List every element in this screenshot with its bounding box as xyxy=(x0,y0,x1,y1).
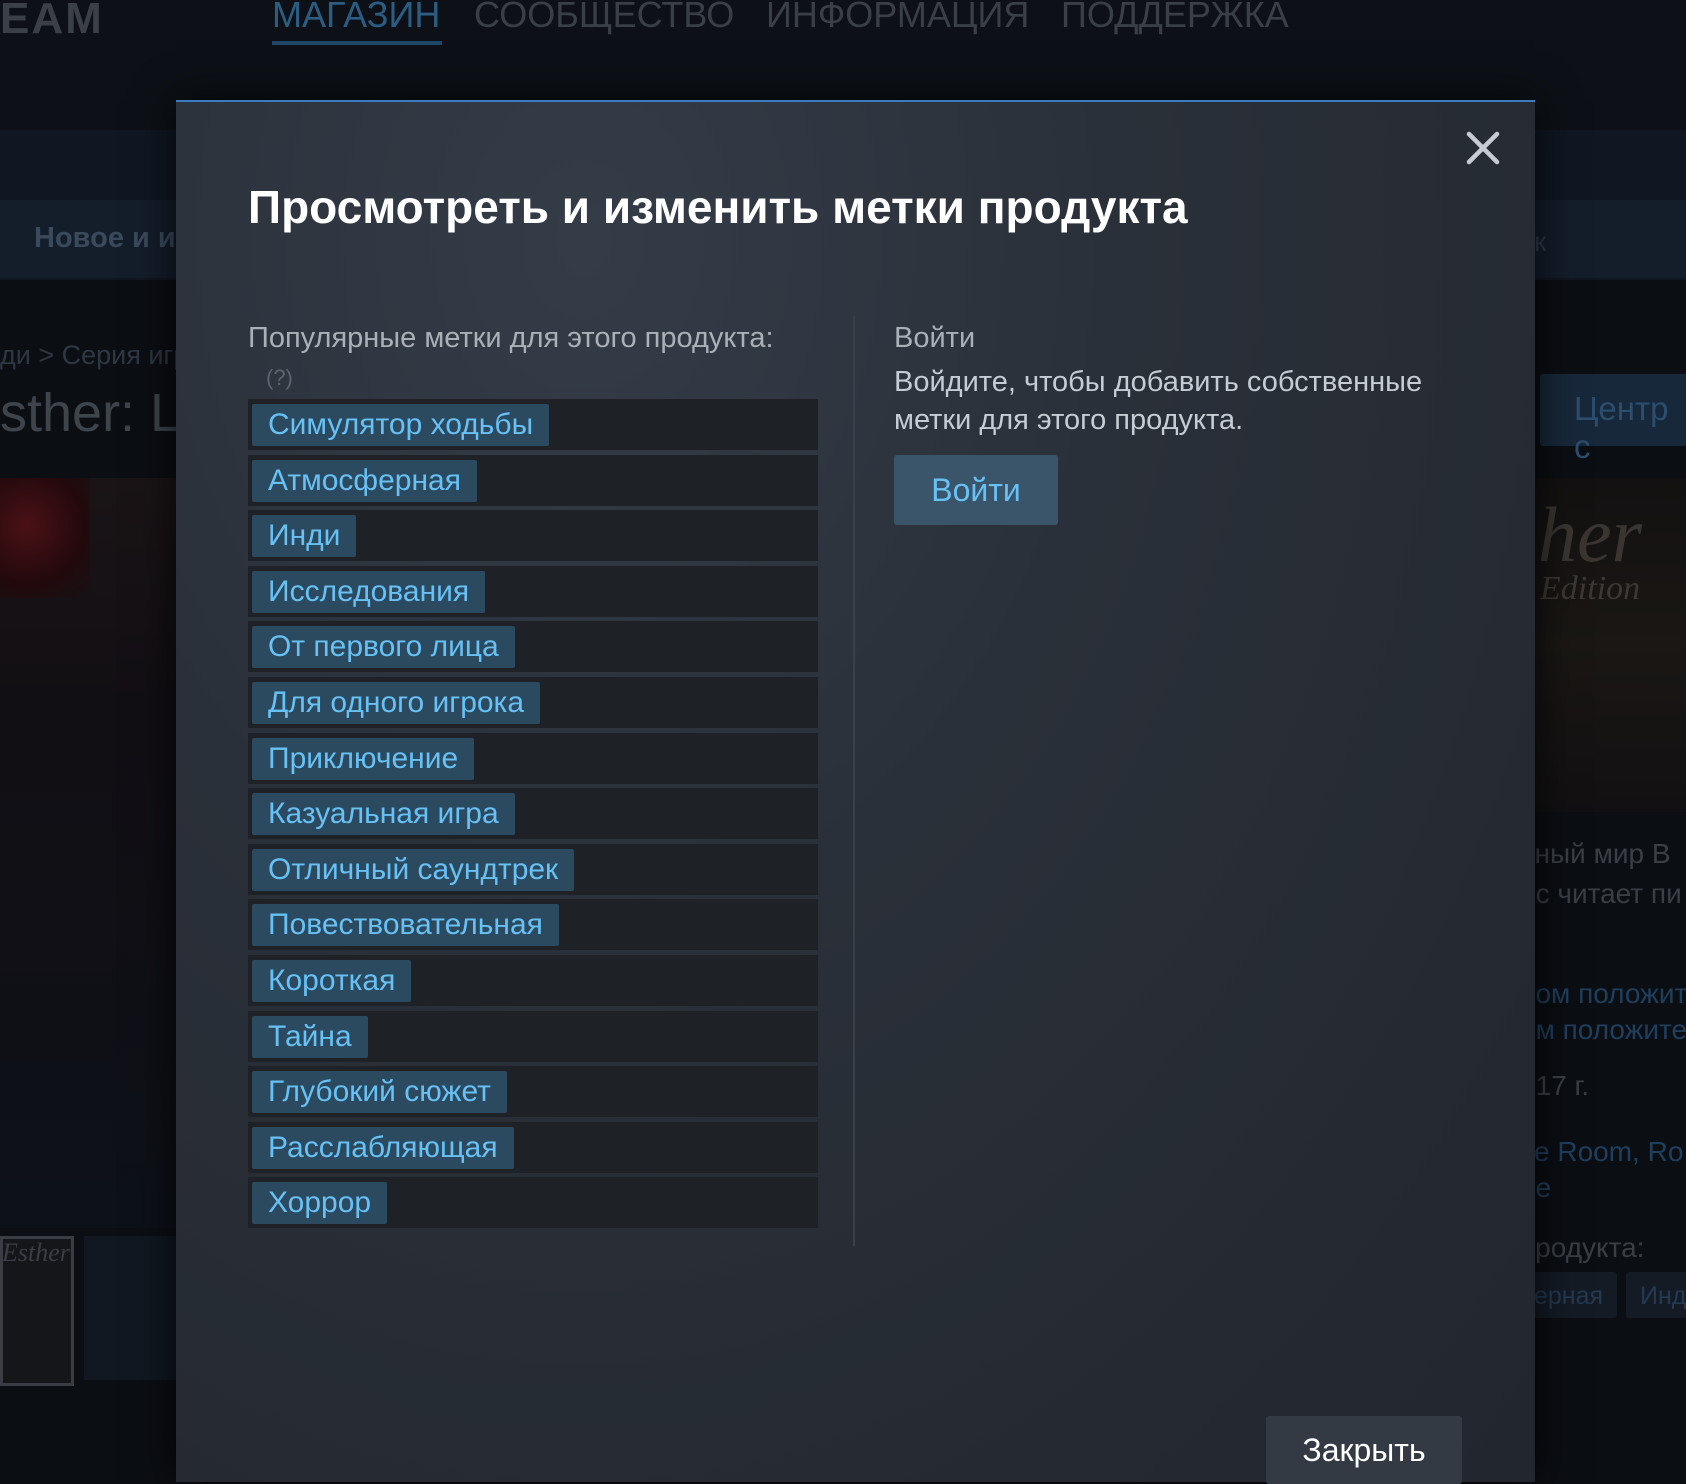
tag-chip[interactable]: Исследования xyxy=(252,570,486,613)
login-button[interactable]: Войти xyxy=(894,455,1058,525)
close-icon[interactable] xyxy=(1461,126,1505,170)
tag-chip[interactable]: Глубокий сюжет xyxy=(252,1071,507,1114)
tag-chip[interactable]: Симулятор ходьбы xyxy=(252,404,550,446)
tags-modal: Просмотреть и изменить метки продукта По… xyxy=(176,100,1535,1484)
tag-row: Исследования xyxy=(248,565,818,617)
tag-chip[interactable]: Приключение xyxy=(252,737,475,780)
modal-title: Просмотреть и изменить метки продукта xyxy=(248,181,1188,233)
tag-row: Короткая xyxy=(248,954,818,1006)
tag-row: Приключение xyxy=(248,732,818,784)
tag-chip[interactable]: Короткая xyxy=(252,959,412,1002)
login-section: Войти Войдите, чтобы добавить собственны… xyxy=(894,322,1494,525)
tag-row: От первого лица xyxy=(248,621,818,673)
tag-chip[interactable]: Для одного игрока xyxy=(252,681,541,724)
close-button[interactable]: Закрыть xyxy=(1266,1416,1462,1484)
tag-chip[interactable]: Атмосферная xyxy=(252,459,477,502)
tag-row: Для одного игрока xyxy=(248,676,818,728)
tag-row: Хоррор xyxy=(248,1177,818,1229)
tag-chip[interactable]: Инди xyxy=(252,515,357,558)
tag-chip[interactable]: От первого лица xyxy=(252,626,515,669)
close-icon-graphic xyxy=(1466,131,1500,165)
tag-row: Атмосферная xyxy=(248,454,818,506)
tag-chip[interactable]: Отличный саундтрек xyxy=(252,848,575,891)
tag-chip[interactable]: Казуальная игра xyxy=(252,793,515,836)
tag-chip[interactable]: Хоррор xyxy=(252,1182,388,1225)
tag-row: Симулятор ходьбы xyxy=(248,399,818,450)
tag-row: Инди xyxy=(248,510,818,562)
tag-list: Симулятор ходьбы Атмосферная Инди Исследова… xyxy=(248,399,818,1229)
tag-row: Тайна xyxy=(248,1010,818,1062)
login-heading: Войти xyxy=(894,322,976,354)
login-description: Войдите, чтобы добавить собственные метк… xyxy=(894,366,1423,436)
tag-chip[interactable]: Повествовательная xyxy=(252,904,559,947)
column-divider xyxy=(853,316,855,1246)
tag-chip[interactable]: Расслабляющая xyxy=(252,1126,514,1169)
tag-row: Казуальная игра xyxy=(248,788,818,840)
tag-row: Расслабляющая xyxy=(248,1121,818,1173)
popular-tags-label: Популярные метки для этого продукта: xyxy=(248,322,774,354)
popular-tags-section: Популярные метки для этого продукта: (?)… xyxy=(248,322,818,1233)
tag-row: Глубокий сюжет xyxy=(248,1066,818,1118)
tag-row: Отличный саундтрек xyxy=(248,843,818,895)
tag-chip[interactable]: Тайна xyxy=(252,1015,368,1058)
help-link[interactable]: (?) xyxy=(266,365,818,391)
tag-row: Повествовательная xyxy=(248,899,818,951)
